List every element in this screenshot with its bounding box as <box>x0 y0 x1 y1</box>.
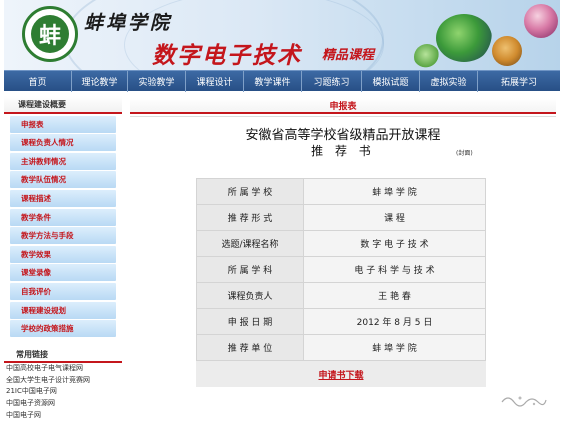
row-label: 课程负责人 <box>197 283 303 308</box>
sidebar: 课程建设概要 申报表 课程负责人情况 主讲教师情况 教学队伍情况 课程描述 教学… <box>4 96 122 422</box>
school-logo[interactable]: 蚌 <box>22 6 78 62</box>
link-item[interactable]: 中国高校电子电气课程网 <box>4 363 122 375</box>
link-item[interactable]: 中国电子资源网 <box>4 398 122 410</box>
document-subtitle: 推 荐 书 <box>311 144 375 158</box>
decorative-sphere-icon <box>414 44 440 70</box>
main-header: 申报表 <box>130 98 556 114</box>
document-title: 安徽省高等学校省级精品开放课程 <box>245 128 441 143</box>
table-row: 推 荐 形 式 课 程 <box>197 205 485 230</box>
row-value: 电 子 科 学 与 技 术 <box>304 257 485 282</box>
link-item[interactable]: 中国电子网 <box>4 410 122 422</box>
row-value: 王 艳 春 <box>304 283 485 308</box>
row-label: 选题/课程名称 <box>197 231 303 256</box>
nav-item-courseware[interactable]: 教学课件 <box>244 70 302 92</box>
info-table: 所 属 学 校 蚌 埠 学 院 推 荐 形 式 课 程 选题/课程名称 数 字 … <box>196 178 486 361</box>
page: 蚌 蚌埠学院 数字电子技术 精品课程 首页 理论教学 实验教学 课程设计 教学课… <box>0 0 572 422</box>
row-label: 所 属 学 校 <box>197 179 303 204</box>
nav-item-course-design[interactable]: 课程设计 <box>186 70 244 92</box>
site-title: 数字电子技术 <box>152 42 302 69</box>
row-value: 蚌 埠 学 院 <box>304 179 485 204</box>
cover-note: (封面) <box>456 150 473 157</box>
decorative-globe-icon <box>436 14 492 62</box>
table-row: 课程负责人 王 艳 春 <box>197 283 485 308</box>
sidebar-item-teaching-methods[interactable]: 教学方法与手段 <box>10 227 116 245</box>
sidebar-item-school-policies[interactable]: 学校的政策措施 <box>10 320 116 338</box>
nav-item-home[interactable]: 首页 <box>4 70 72 92</box>
sidebar-item-course-leader[interactable]: 课程负责人情况 <box>10 134 116 152</box>
sidebar-item-teaching-effect[interactable]: 教学效果 <box>10 245 116 263</box>
nav-item-virtual-lab[interactable]: 虚拟实验 <box>420 70 478 92</box>
sidebar-item-course-description[interactable]: 课程描述 <box>10 189 116 207</box>
school-logo-emblem: 蚌 <box>31 15 69 53</box>
decorative-flourish-icon <box>500 392 548 408</box>
sidebar-item-lecture-videos[interactable]: 课堂录像 <box>10 264 116 282</box>
sidebar-item-application-form[interactable]: 申报表 <box>10 115 116 133</box>
nav-item-exercises[interactable]: 习题练习 <box>302 70 362 92</box>
link-item[interactable]: 21IC中国电子网 <box>4 386 122 398</box>
table-row: 所 属 学 校 蚌 埠 学 院 <box>197 179 485 204</box>
links-title: 常用链接 <box>4 347 122 364</box>
school-name: 蚌埠学院 <box>84 12 173 34</box>
row-label: 所 属 学 科 <box>197 257 303 282</box>
site-subtitle: 精品课程 <box>322 48 375 63</box>
sidebar-item-teaching-team[interactable]: 教学队伍情况 <box>10 171 116 189</box>
download-application-link[interactable]: 申请书下载 <box>318 368 363 381</box>
decorative-sphere-icon <box>524 4 558 38</box>
site-banner: 蚌 蚌埠学院 数字电子技术 精品课程 <box>4 0 560 70</box>
sidebar-item-teaching-conditions[interactable]: 教学条件 <box>10 208 116 226</box>
divider <box>130 116 556 117</box>
sidebar-item-self-evaluation[interactable]: 自我评价 <box>10 282 116 300</box>
decorative-sphere-icon <box>492 36 522 66</box>
nav-item-lab[interactable]: 实验教学 <box>128 70 186 92</box>
table-row: 推 荐 单 位 蚌 埠 学 院 <box>197 335 485 360</box>
table-row: 申 报 日 期 2012 年 8 月 5 日 <box>197 309 485 334</box>
nav-item-mock-exams[interactable]: 模拟试题 <box>362 70 420 92</box>
download-row: 申请书下载 <box>196 361 486 387</box>
sidebar-title: 课程建设概要 <box>4 96 122 114</box>
row-label: 推 荐 单 位 <box>197 335 303 360</box>
table-row: 选题/课程名称 数 字 电 子 技 术 <box>197 231 485 256</box>
row-value: 2012 年 8 月 5 日 <box>304 309 485 334</box>
sidebar-item-construction-plan[interactable]: 课程建设规划 <box>10 301 116 319</box>
link-item[interactable]: 全国大学生电子设计竞赛网 <box>4 375 122 387</box>
nav-item-extended-learning[interactable]: 拓展学习 <box>478 71 560 92</box>
row-value: 课 程 <box>304 205 485 230</box>
row-label: 申 报 日 期 <box>197 309 303 334</box>
row-value: 蚌 埠 学 院 <box>304 335 485 360</box>
row-label: 推 荐 形 式 <box>197 205 303 230</box>
table-row: 所 属 学 科 电 子 科 学 与 技 术 <box>197 257 485 282</box>
main-nav: 首页 理论教学 实验教学 课程设计 教学课件 习题练习 模拟试题 虚拟实验 拓展… <box>4 70 560 92</box>
sidebar-item-lead-teachers[interactable]: 主讲教师情况 <box>10 152 116 170</box>
row-value: 数 字 电 子 技 术 <box>304 231 485 256</box>
nav-item-theory[interactable]: 理论教学 <box>72 70 128 92</box>
